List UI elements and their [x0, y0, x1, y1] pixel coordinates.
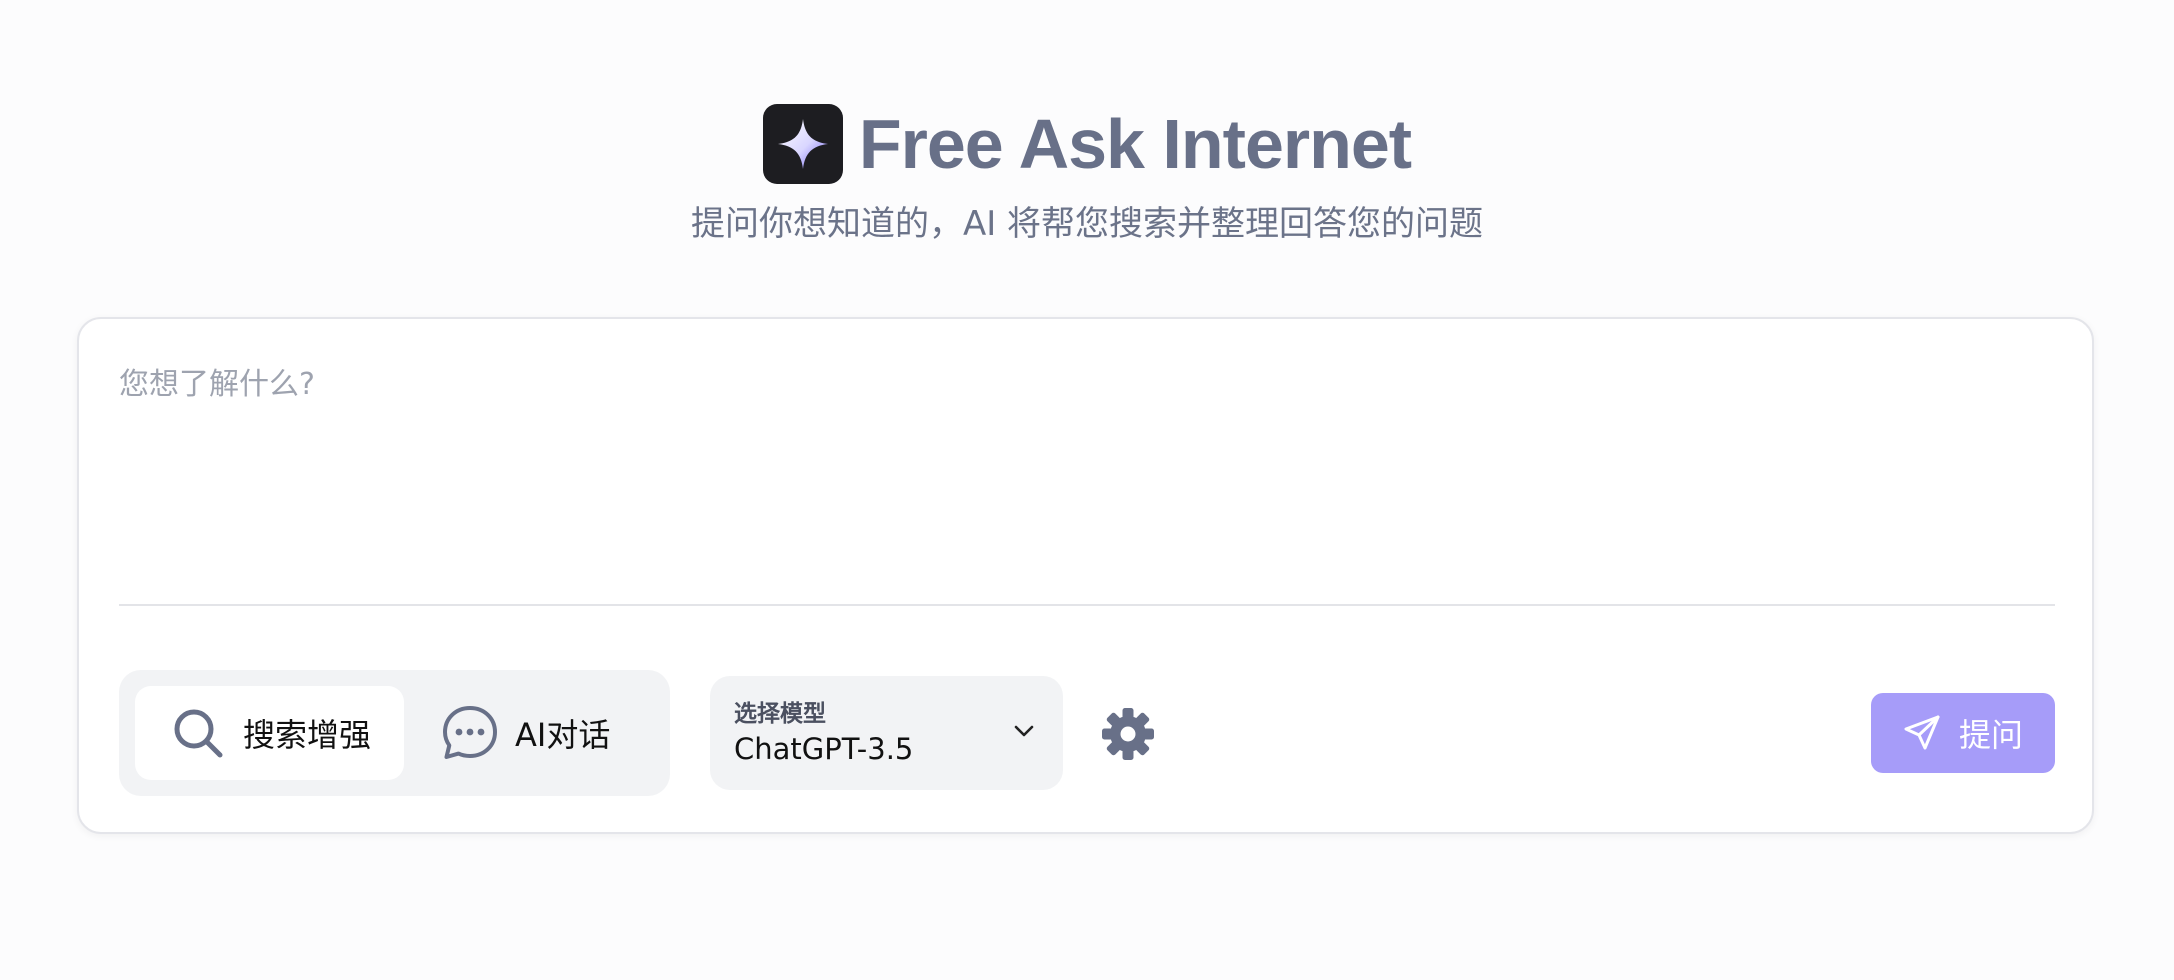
chat-mode-button[interactable]: AI对话 [419, 686, 654, 780]
ask-submit-button[interactable]: 提问 [1871, 693, 2055, 773]
ask-submit-label: 提问 [1958, 716, 2023, 754]
app-logo [762, 104, 843, 184]
chat-mode-label: AI对话 [515, 716, 611, 754]
chevron-down-icon [1014, 725, 1034, 737]
settings-button[interactable] [1100, 706, 1156, 762]
divider [119, 604, 2055, 606]
sparkle-icon [777, 119, 828, 169]
search-mode-button[interactable]: 搜索增强 [135, 686, 404, 780]
ask-card: 搜索增强 AI对话 选择模型 ChatGPT-3.5 [77, 317, 2094, 834]
model-select[interactable]: 选择模型 ChatGPT-3.5 [710, 676, 1063, 790]
chat-bubble-icon [441, 704, 499, 762]
header: Free Ask Internet [0, 104, 2174, 184]
send-icon [1903, 714, 1941, 752]
model-select-value: ChatGPT-3.5 [734, 732, 914, 766]
page: Free Ask Internet 提问你想知道的，AI 将帮您搜索并整理回答您… [0, 0, 2174, 980]
question-input[interactable] [119, 359, 2054, 569]
app-title: Free Ask Internet [858, 105, 1412, 183]
mode-toggle: 搜索增强 AI对话 [119, 670, 670, 796]
search-icon [169, 704, 227, 762]
model-select-caption: 选择模型 [734, 701, 826, 727]
search-mode-label: 搜索增强 [243, 716, 372, 754]
page-subtitle: 提问你想知道的，AI 将帮您搜索并整理回答您的问题 [690, 204, 1484, 244]
gear-icon [1102, 708, 1154, 760]
